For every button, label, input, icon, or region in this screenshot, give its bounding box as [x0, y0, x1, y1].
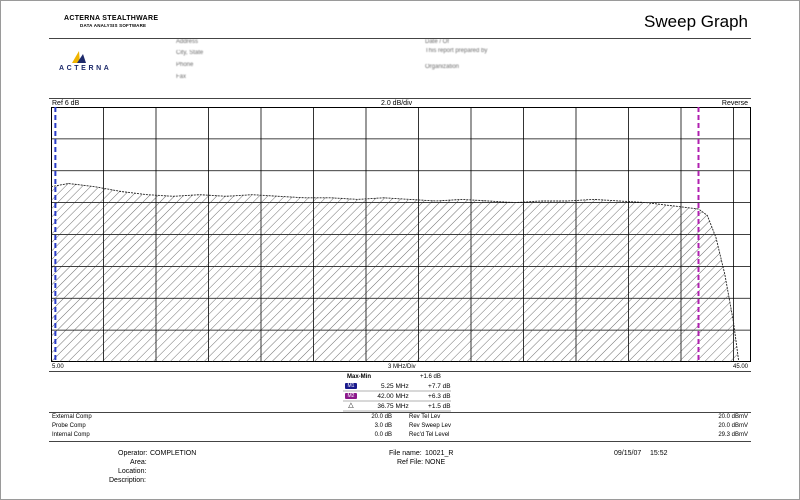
x-start-label: 5.00: [52, 364, 64, 370]
file-name-label: File name:: [389, 450, 422, 457]
internal-comp-label: Internal Comp: [52, 432, 90, 438]
external-comp-value: 20.0 dB: [371, 414, 392, 420]
header-divider-bottom: [49, 98, 751, 99]
recd-tel-level-value: 29.3 dBmV: [718, 432, 748, 438]
info-phone: Phone: [176, 62, 194, 68]
x-scale-label: 3 MHz/Div: [388, 364, 416, 370]
operator-label: Operator:: [118, 450, 148, 457]
file-name-value: 10021_R: [425, 450, 454, 457]
sweep-graph: [51, 107, 751, 362]
description-label: Description:: [109, 477, 146, 484]
ref-file-value: NONE: [425, 459, 446, 466]
operator-value: COMPLETION: [150, 450, 197, 457]
area-label: Area:: [130, 459, 147, 466]
probe-comp-value: 3.0 dB: [374, 423, 392, 429]
graph-bottom-divider: [49, 371, 751, 372]
internal-comp-value: 0.0 dB: [374, 432, 392, 438]
ref-file-label: Ref File:: [397, 459, 424, 466]
marker-table-lines: [343, 390, 451, 412]
info-city: City, State: [176, 50, 204, 56]
info-fax: Fax: [176, 74, 187, 80]
scale-label: 2.0 dB/div: [381, 100, 413, 107]
report-date: 09/15/07: [614, 450, 642, 457]
rev-tel-lev-value: 20.0 dBmV: [718, 414, 748, 420]
max-min-value: +1.6 dB: [420, 374, 441, 380]
brand-name: ACTERNA STEALTHWARE: [64, 15, 159, 22]
comp-divider-top: [49, 412, 751, 413]
marker-table-header: Max-Min: [347, 374, 371, 380]
recd-tel-level-label: Rec'd Tel Level: [409, 432, 450, 438]
info-prepared-by: This report prepared by: [425, 48, 488, 54]
probe-comp-label: Probe Comp: [52, 423, 86, 429]
location-label: Location:: [118, 468, 147, 475]
info-organization: Organization: [425, 64, 460, 70]
mode-label: Reverse: [721, 100, 748, 107]
rev-sweep-lev-label: Rev Sweep Lev: [409, 423, 452, 429]
comp-divider-bottom: [49, 441, 751, 442]
sweep-trace-fill: [51, 182, 739, 362]
info-date: Date / Of: [425, 39, 450, 45]
acterna-logo-icon: [72, 51, 86, 63]
report-time: 15:52: [650, 450, 668, 457]
logo-wordmark: ACTERNA: [59, 65, 112, 72]
x-end-label: 45.00: [732, 364, 748, 370]
header-divider-top: [49, 38, 751, 39]
info-address: Address: [176, 39, 199, 45]
brand-subtitle: DATA ANALYSIS SOFTWARE: [80, 23, 147, 28]
page-title: Sweep Graph: [644, 12, 748, 31]
rev-sweep-lev-value: 20.0 dBmV: [718, 423, 748, 429]
rev-tel-lev-label: Rev Tel Lev: [409, 414, 441, 420]
external-comp-label: External Comp: [52, 414, 92, 420]
ref-level-label: Ref 6 dB: [52, 100, 80, 107]
